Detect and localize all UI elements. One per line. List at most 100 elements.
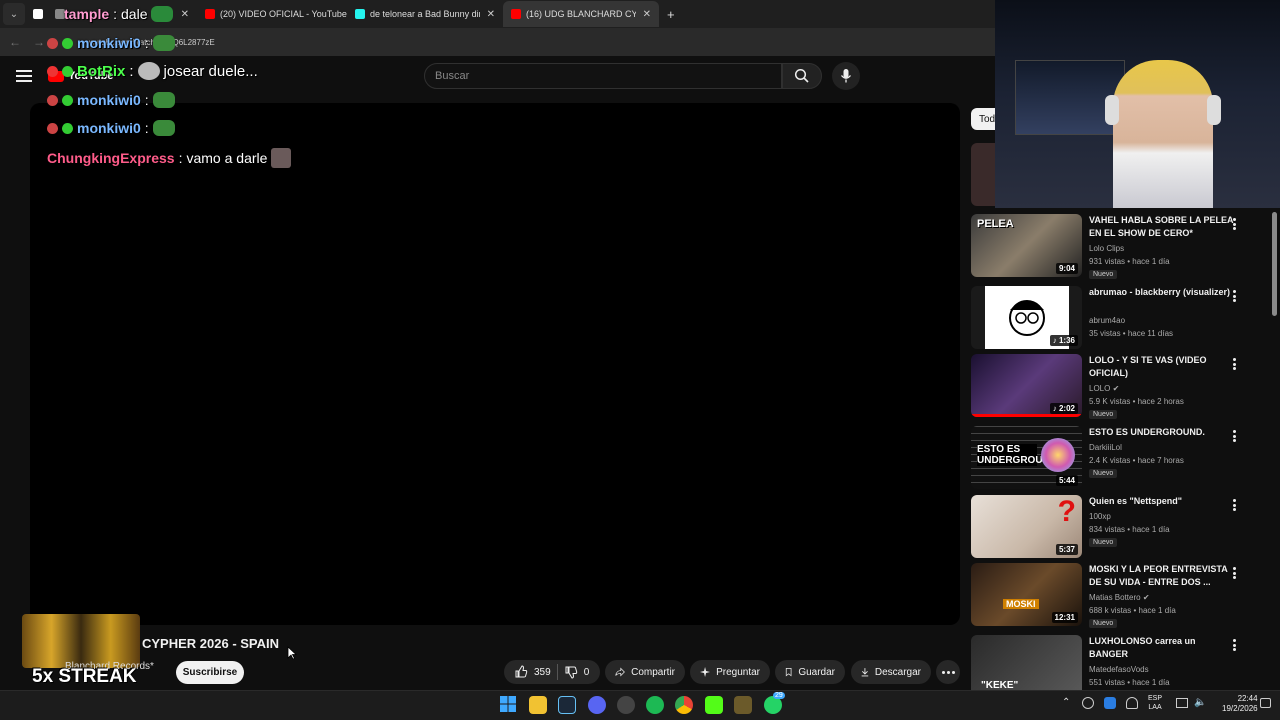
defender-icon[interactable] [1104, 697, 1116, 709]
video-player[interactable] [30, 103, 960, 625]
video-title[interactable]: ESTO ES UNDERGROUND. [1089, 426, 1237, 439]
more-options-icon[interactable] [1229, 216, 1239, 232]
more-options-icon[interactable] [1229, 356, 1239, 372]
channel-name[interactable]: abrum4ao [1089, 316, 1125, 325]
mouse-cursor-icon [287, 646, 297, 660]
tab-list-button[interactable]: ⌄ [3, 3, 25, 25]
partial-thumbnail[interactable] [971, 143, 995, 206]
more-options-icon[interactable] [1229, 637, 1239, 653]
video-thumbnail[interactable]: ? 5:37 [971, 495, 1082, 558]
video-title[interactable]: LUXHOLONSO carrea un BANGER [1089, 635, 1237, 661]
save-button[interactable]: Guardar [775, 660, 845, 684]
recommendation-item[interactable]: ♪ 2:02 LOLO - Y SI TE VAS (VIDEO OFICIAL… [971, 354, 1261, 419]
thumbs-down-icon[interactable] [564, 665, 578, 679]
video-thumbnail[interactable]: ♪ 1:36 [971, 286, 1082, 349]
video-thumbnail[interactable]: MOSKI 12:31 [971, 563, 1082, 626]
keyboard-language[interactable]: ESP LAA [1148, 694, 1162, 712]
channel-name[interactable]: Lolo Clips [1089, 244, 1124, 253]
chat-username: BotRix [77, 62, 126, 80]
minecraft-icon[interactable] [734, 696, 752, 714]
hamburger-menu-icon[interactable] [16, 70, 32, 82]
channel-name[interactable]: Matias Bottero ✔ [1089, 593, 1150, 602]
tab-label: (20) VIDEO OFICIAL - YouTube [220, 9, 347, 19]
download-button[interactable]: Descargar [851, 660, 931, 684]
search-button[interactable] [782, 63, 822, 89]
recommendation-item[interactable]: MOSKI 12:31 MOSKI Y LA PEOR ENTREVISTA D… [971, 563, 1261, 628]
subscribe-button[interactable]: Suscribirse [176, 661, 244, 684]
search-input[interactable]: Buscar [424, 63, 782, 89]
new-badge: Nuevo [1089, 410, 1118, 419]
video-thumbnail[interactable]: PELEA 9:04 [971, 214, 1082, 277]
divider [556, 664, 558, 680]
video-thumbnail[interactable]: ESTO ES UNDERGROUND 5:44 [971, 426, 1082, 489]
back-arrow-icon[interactable]: ← [8, 35, 22, 49]
spotify-icon[interactable] [646, 696, 664, 714]
video-title[interactable]: MOSKI Y LA PEOR ENTREVISTA DE SU VIDA - … [1089, 563, 1237, 589]
tab-youtube-video-oficial[interactable]: (20) VIDEO OFICIAL - YouTube ✕ [197, 1, 347, 27]
thumbnail-text: "KEKE" [981, 680, 1019, 690]
share-button[interactable]: Compartir [605, 660, 685, 684]
notifications-icon[interactable] [1260, 698, 1271, 708]
chat-message: monkiwi0: [47, 92, 175, 108]
channel-name[interactable]: MatedefasoVods [1089, 665, 1149, 674]
chat-username: monkiwi0 [77, 92, 141, 108]
recommendation-item[interactable]: "KEKE" LUXHOLONSO carrea un BANGER Mated… [971, 635, 1261, 690]
recommendation-item[interactable]: ESTO ES UNDERGROUND 5:44 ESTO ES UNDERGR… [971, 426, 1261, 490]
recommendation-item[interactable]: PELEA 9:04 VAHEL HABLA SOBRE LA PELEA EN… [971, 214, 1261, 279]
recommendation-item[interactable]: ? 5:37 Quien es "Nettspend" 100xp 834 vi… [971, 495, 1261, 559]
like-count[interactable]: 359 [534, 667, 551, 678]
more-options-icon[interactable] [1229, 288, 1239, 304]
tab-x[interactable] [25, 1, 47, 27]
app-icon[interactable] [617, 696, 635, 714]
close-tab-icon[interactable]: ✕ [181, 9, 189, 20]
more-options-icon[interactable] [1229, 497, 1239, 513]
tab-label: (16) UDG BLANCHARD CYPHER [526, 9, 636, 19]
windows-start-icon[interactable] [500, 696, 516, 712]
channel-name[interactable]: LOLO ✔ [1089, 384, 1119, 393]
kick-icon[interactable] [705, 696, 723, 714]
chat-username: monkiwi0 [77, 120, 141, 136]
chat-message: monkiwi0: [47, 35, 175, 51]
video-title: CYPHER 2026 - SPAIN [142, 636, 280, 651]
new-tab-button[interactable]: + [659, 1, 683, 27]
video-title[interactable]: LOLO - Y SI TE VAS (VIDEO OFICIAL) [1089, 354, 1237, 380]
tab-udg-blanchard[interactable]: (16) UDG BLANCHARD CYPHER ✕ [503, 1, 659, 27]
question-mark-icon: ? [1057, 495, 1076, 528]
microphone-icon [840, 69, 852, 83]
network-icon[interactable] [1176, 698, 1188, 708]
video-title[interactable]: VAHEL HABLA SOBRE LA PELEA EN EL SHOW DE… [1089, 214, 1237, 240]
volume-icon[interactable]: 🔈 [1194, 697, 1206, 708]
download-icon [861, 668, 869, 677]
channel-name[interactable]: DarkiiiLol [1089, 443, 1122, 452]
sync-icon[interactable] [1082, 697, 1094, 709]
chrome-icon[interactable] [675, 696, 693, 714]
more-options-icon[interactable] [1229, 565, 1239, 581]
thumbs-up-icon[interactable] [514, 665, 528, 679]
video-title[interactable]: Quien es "Nettspend" [1089, 495, 1237, 508]
user-badge-icon [47, 65, 58, 77]
close-tab-icon[interactable]: ✕ [487, 9, 495, 20]
voice-search-button[interactable] [832, 62, 860, 90]
more-actions-button[interactable] [936, 660, 960, 684]
dislike-count: 0 [583, 666, 590, 678]
clock[interactable]: 22:44 19/2/2026 [1222, 694, 1258, 714]
tab-tiktok[interactable]: de telonear a Bad Bunny direct ✕ [347, 1, 503, 27]
forward-arrow-icon[interactable]: → [32, 35, 46, 49]
duration-badge: ♪ 1:36 [1049, 335, 1078, 346]
duration-badge: ♪ 2:02 [1049, 403, 1078, 414]
channel-name[interactable]: 100xp [1089, 512, 1111, 521]
close-tab-icon[interactable]: ✕ [643, 9, 651, 20]
microphone-tray-icon[interactable] [1126, 697, 1138, 709]
discord-icon[interactable] [588, 696, 606, 714]
scrollbar-thumb[interactable] [1272, 212, 1277, 316]
video-thumbnail[interactable]: ♪ 2:02 [971, 354, 1082, 417]
ask-button[interactable]: Preguntar [690, 660, 770, 684]
file-explorer-icon[interactable] [529, 696, 547, 714]
tray-chevron-icon[interactable]: ⌃ [1062, 697, 1070, 708]
video-thumbnail[interactable]: "KEKE" [971, 635, 1082, 690]
share-label: Compartir [631, 666, 675, 678]
steam-icon[interactable] [558, 696, 576, 714]
video-title[interactable]: abrumao - blackberry (visualizer) [1089, 286, 1237, 299]
more-options-icon[interactable] [1229, 428, 1239, 444]
recommendation-item[interactable]: ♪ 1:36 abrumao - blackberry (visualizer)… [971, 286, 1261, 350]
